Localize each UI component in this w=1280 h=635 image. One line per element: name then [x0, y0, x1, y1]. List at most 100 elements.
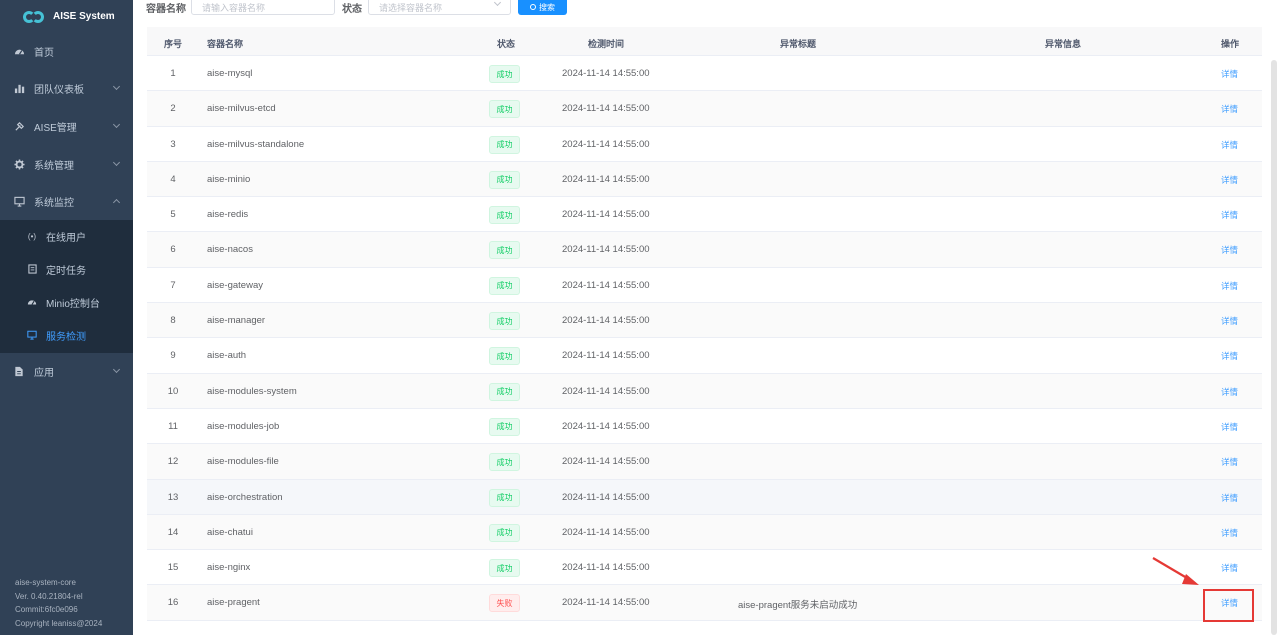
- detail-link[interactable]: 详情: [1221, 386, 1238, 398]
- row-check-time: 2024-11-14 14:55:00: [562, 491, 650, 503]
- container-name-input[interactable]: 请输入容器名称: [191, 0, 335, 15]
- sidebar-item-aise-management[interactable]: AISE管理: [0, 108, 133, 145]
- detail-link[interactable]: 详情: [1221, 527, 1238, 539]
- submenu-item-online-users[interactable]: (•) 在线用户: [0, 220, 133, 253]
- header-index: 序号: [163, 39, 182, 49]
- submenu-item-minio-console[interactable]: Minio控制台: [0, 286, 133, 319]
- row-container-name: aise-pragent: [207, 597, 260, 609]
- header-actions: 操作: [1221, 39, 1240, 49]
- submenu-item-label: 在线用户: [46, 233, 86, 244]
- sidebar: AISE System 首页 团队仪表板 AISE管理 系统管理 系统监控 (•…: [0, 0, 133, 635]
- table-row: 12 aise-modules-file 成功 2024-11-14 14:55:00…: [147, 444, 1262, 480]
- submenu-item-service-check[interactable]: 服务检测: [0, 319, 133, 352]
- monitor-icon: [26, 330, 38, 342]
- row-container-name: aise-chatui: [207, 526, 253, 538]
- sidebar-item-label: AISE管理: [34, 123, 77, 134]
- header-error-title: 异常标题: [780, 39, 817, 49]
- status-placeholder: 请选择容器名称: [379, 3, 443, 13]
- table-row: 6 aise-nacos 成功 2024-11-14 14:55:00 详情: [147, 232, 1262, 268]
- sidebar-item-system-monitor[interactable]: 系统监控: [0, 183, 133, 220]
- status-badge: 成功: [489, 100, 520, 119]
- gear-icon: [13, 159, 25, 171]
- detail-link[interactable]: 详情: [1221, 139, 1238, 151]
- status-badge: 失败: [489, 594, 520, 613]
- version-info: aise-system-core Ver. 0.40.21804-rel Com…: [15, 576, 102, 630]
- detail-link[interactable]: 详情: [1221, 209, 1238, 221]
- row-check-time: 2024-11-14 14:55:00: [562, 103, 650, 115]
- status-badge: 成功: [489, 65, 520, 83]
- table-row: 9 aise-auth 成功 2024-11-14 14:55:00 详情: [147, 338, 1262, 374]
- app-title: AISE System: [53, 11, 115, 22]
- search-icon: [530, 4, 536, 10]
- detail-link[interactable]: 详情: [1221, 492, 1238, 504]
- sidebar-item-label: 系统监控: [34, 198, 74, 209]
- table-row: 5 aise-redis 成功 2024-11-14 14:55:00 详情: [147, 197, 1262, 233]
- app-logo[interactable]: AISE System: [0, 0, 133, 33]
- sidebar-item-label: 首页: [34, 48, 54, 59]
- submenu-item-scheduled-jobs[interactable]: 定时任务: [0, 253, 133, 286]
- row-index: 6: [170, 244, 176, 256]
- row-check-time: 2024-11-14 14:55:00: [562, 597, 650, 609]
- detail-link[interactable]: 详情: [1221, 280, 1238, 292]
- table-row: 11 aise-modules-job 成功 2024-11-14 14:55:00 详…: [147, 408, 1262, 445]
- row-container-name: aise-milvus-etcd: [207, 103, 276, 115]
- header-check-time: 检测时间: [588, 39, 625, 49]
- search-button-label: 搜索: [539, 2, 555, 12]
- status-badge: 成功: [489, 382, 520, 401]
- header-error-info: 异常信息: [1045, 39, 1082, 49]
- row-container-name: aise-nacos: [207, 244, 253, 256]
- row-check-time: 2024-11-14 14:55:00: [562, 138, 650, 150]
- detail-link[interactable]: 详情: [1221, 562, 1238, 574]
- sidebar-item-apps[interactable]: 应用: [0, 353, 133, 390]
- annotation-highlight-box: [1203, 589, 1254, 622]
- detail-link[interactable]: 详情: [1221, 421, 1238, 433]
- row-container-name: aise-auth: [207, 350, 247, 362]
- sidebar-item-home[interactable]: 首页: [0, 33, 133, 70]
- page-scrollbar[interactable]: [1270, 60, 1278, 635]
- submenu-item-label: 定时任务: [46, 266, 86, 277]
- table-row: 7 aise-gateway 成功 2024-11-14 14:55:00 详情: [147, 267, 1262, 304]
- dashboard-icon: [13, 46, 25, 58]
- row-check-time: 2024-11-14 14:55:00: [562, 279, 650, 291]
- submenu-item-label: 服务检测: [46, 332, 86, 343]
- table-row: 14 aise-chatui 成功 2024-11-14 14:55:00 详情: [147, 514, 1262, 551]
- container-name-label: 容器名称: [146, 4, 186, 15]
- scrollbar-thumb[interactable]: [1271, 60, 1277, 635]
- row-index: 5: [170, 209, 176, 221]
- sidebar-item-label: 团队仪表板: [34, 85, 84, 96]
- detail-link[interactable]: 详情: [1221, 68, 1238, 80]
- row-container-name: aise-gateway: [207, 279, 263, 291]
- table-row: 13 aise-orchestration 成功 2024-11-14 14:55:0…: [147, 479, 1262, 515]
- table-row: 10 aise-modules-system 成功 2024-11-14 14:55:…: [147, 373, 1262, 409]
- detail-link[interactable]: 详情: [1221, 350, 1238, 362]
- sidebar-item-team-dashboard[interactable]: 团队仪表板: [0, 70, 133, 107]
- table-row: 16 aise-pragent 失败 2024-11-14 14:55:00 aise-…: [147, 585, 1262, 621]
- row-index: 4: [170, 173, 176, 185]
- tool-icon: [13, 121, 25, 133]
- table-row: 4 aise-minio 成功 2024-11-14 14:55:00 详情: [147, 161, 1262, 198]
- row-container-name: aise-mysql: [207, 68, 253, 79]
- row-index: 12: [167, 456, 179, 468]
- submenu-item-label: Minio控制台: [46, 299, 100, 310]
- status-select[interactable]: 请选择容器名称: [368, 0, 511, 15]
- row-index: 9: [170, 350, 176, 362]
- row-check-time: 2024-11-14 14:55:00: [562, 385, 650, 397]
- row-container-name: aise-manager: [207, 315, 266, 327]
- detail-link[interactable]: 详情: [1221, 103, 1238, 115]
- row-container-name: aise-nginx: [207, 562, 251, 574]
- row-index: 14: [167, 526, 179, 538]
- status-badge: 成功: [489, 417, 520, 436]
- table-row: 1 aise-mysql 成功 2024-11-14 14:55:00 详情: [147, 56, 1262, 92]
- table-row: 2 aise-milvus-etcd 成功 2024-11-14 14:55:00 详情: [147, 91, 1262, 127]
- online-icon: (•): [27, 232, 37, 241]
- detail-link[interactable]: 详情: [1221, 315, 1238, 327]
- search-button[interactable]: 搜索: [518, 0, 567, 15]
- status-badge: 成功: [489, 488, 520, 507]
- status-badge: 成功: [489, 135, 520, 154]
- sidebar-item-system-management[interactable]: 系统管理: [0, 146, 133, 183]
- detail-link[interactable]: 详情: [1221, 174, 1238, 186]
- service-check-table: 序号 容器名称 状态 检测时间 异常标题 异常信息 操作 1 aise-mysql…: [147, 27, 1262, 621]
- detail-link[interactable]: 详情: [1221, 244, 1238, 256]
- row-container-name: aise-minio: [207, 173, 251, 185]
- detail-link[interactable]: 详情: [1221, 456, 1238, 468]
